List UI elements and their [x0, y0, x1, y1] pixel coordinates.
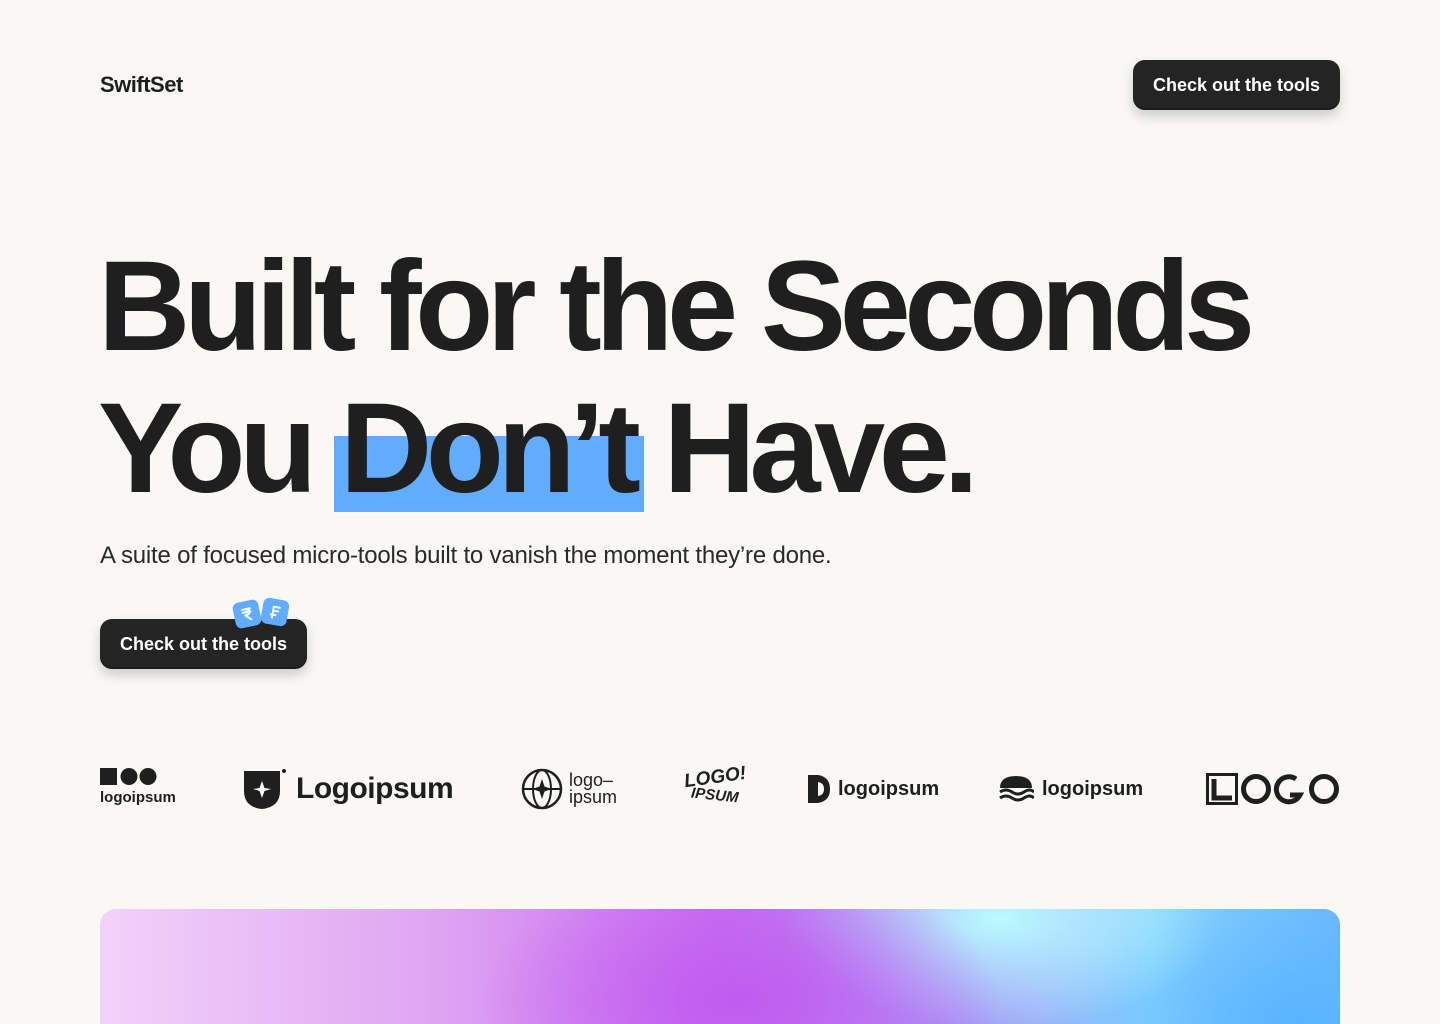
shield-star-icon: [244, 769, 286, 809]
logo-2: Logoipsum: [242, 766, 454, 812]
logo-1-text: logoipsum: [100, 789, 176, 806]
waves-icon: [999, 776, 1034, 802]
logo-6: logoipsum: [998, 772, 1143, 806]
franc-icon: [259, 596, 291, 628]
franc-icon-glyph: [269, 605, 281, 619]
hero-highlight: Don’t: [333, 377, 645, 520]
hero-title-line-1: Built for the Seconds: [98, 235, 1255, 378]
site-header: SwiftSet Check out the tools: [100, 60, 1340, 110]
brand-logo[interactable]: SwiftSet: [100, 72, 183, 98]
logo-5: logoipsum: [806, 772, 939, 806]
logo-4: LOGO! IPSUM: [683, 763, 748, 812]
header-cta-button[interactable]: Check out the tools: [1132, 60, 1340, 110]
hero-title-word-have: Have.: [663, 377, 979, 520]
logo-strip: logoipsum Logoipsum logo– ipsum LOGO! IP…: [100, 762, 1340, 816]
landing-page: SwiftSet Check out the tools Built for t…: [0, 0, 1440, 1024]
logo-wordmark-icon: [1206, 773, 1339, 805]
logo-1: logoipsum: [100, 768, 190, 812]
rupee-icon-glyph: [241, 607, 253, 621]
gradient-showcase-panel: [100, 909, 1340, 1024]
rupee-icon: [231, 598, 263, 630]
hero-highlight-word: Don’t: [339, 377, 641, 520]
logo-7: LOGO: [1206, 773, 1340, 805]
hero-title-line-2: You Don’t Have.: [98, 378, 1298, 520]
hero-subtitle: A suite of focused micro-tools built to …: [100, 542, 832, 569]
squares-circles-icon: [100, 768, 157, 785]
logo-5-text: logoipsum: [838, 777, 940, 800]
hero-cta-wrap: Check out the tools: [100, 596, 308, 669]
globe-star-icon: [521, 768, 563, 810]
cta-badges: [231, 596, 294, 630]
logo-2-text: Logoipsum: [296, 772, 454, 805]
hero-cta-button[interactable]: Check out the tools: [100, 619, 308, 669]
logo-3-text-bottom: ipsum: [569, 787, 618, 807]
half-circle-icon: [808, 775, 830, 803]
hero-title: Built for the Seconds You Don’t Have.: [98, 236, 1298, 520]
hero-title-word-you: You: [98, 377, 317, 520]
logo-3: logo– ipsum: [521, 767, 617, 811]
logo-6-text: logoipsum: [1042, 777, 1144, 800]
logo-3-text-group: logo– ipsum: [569, 771, 618, 807]
logo-4-text-bottom: IPSUM: [690, 784, 740, 807]
